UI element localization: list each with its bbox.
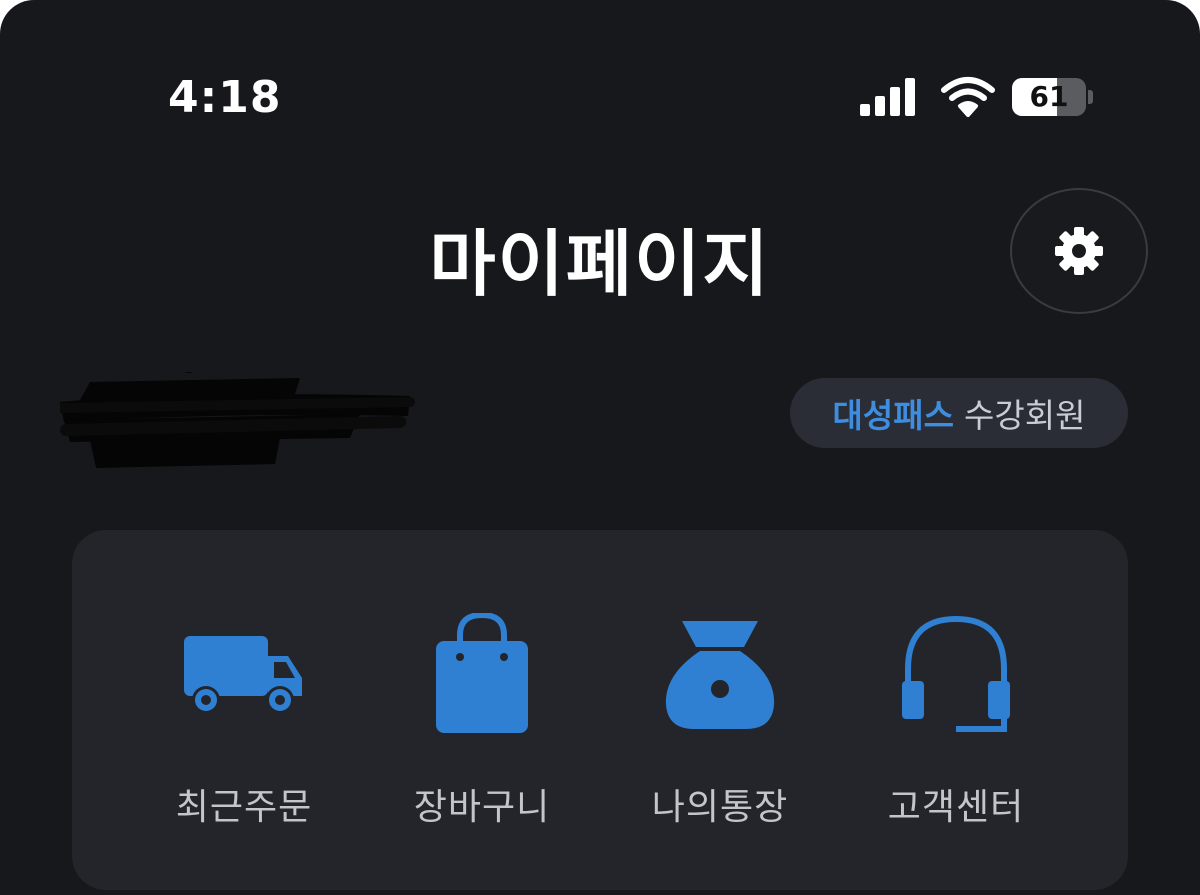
quick-item-my-account[interactable]: 나의통장 — [600, 610, 840, 830]
money-bag-icon — [665, 621, 775, 729]
badge-member-label: 수강회원 — [964, 396, 1086, 435]
badge-pass-label: 대성패스 — [832, 396, 954, 435]
quick-item-cart[interactable]: 장바구니 — [362, 610, 602, 830]
user-name-redacted — [60, 372, 415, 468]
battery-nub — [1088, 90, 1093, 104]
truck-icon — [184, 636, 302, 714]
battery-percent: 61 — [1029, 80, 1069, 113]
redaction-scribble — [60, 372, 415, 468]
quick-item-recent-orders[interactable]: 최근주문 — [124, 610, 364, 830]
wifi-icon — [941, 77, 995, 117]
shopping-bag-icon — [436, 613, 528, 733]
settings-button[interactable] — [1010, 188, 1148, 314]
quick-menu-card: 최근주문 장바구니 나의통장 고객센터 — [72, 530, 1128, 890]
headset-icon — [902, 615, 1010, 732]
quick-item-label: 최근주문 — [175, 787, 313, 828]
quick-item-label: 나의통장 — [651, 787, 789, 828]
battery-icon: 61 — [1012, 78, 1086, 116]
gear-icon — [1055, 227, 1103, 275]
cellular-signal-icon — [860, 78, 915, 116]
status-time: 4:18 — [168, 72, 282, 123]
mypage-screen: 4:18 61 마이페이지 대성패스 수강회원 최근주문 장바구니 나의통장 고… — [0, 0, 1200, 895]
quick-item-label: 장바구니 — [413, 787, 551, 828]
membership-badge: 대성패스 수강회원 — [790, 378, 1128, 448]
quick-item-customer-center[interactable]: 고객센터 — [836, 610, 1076, 830]
quick-item-label: 고객센터 — [887, 787, 1025, 828]
status-icons: 61 — [858, 76, 1098, 120]
